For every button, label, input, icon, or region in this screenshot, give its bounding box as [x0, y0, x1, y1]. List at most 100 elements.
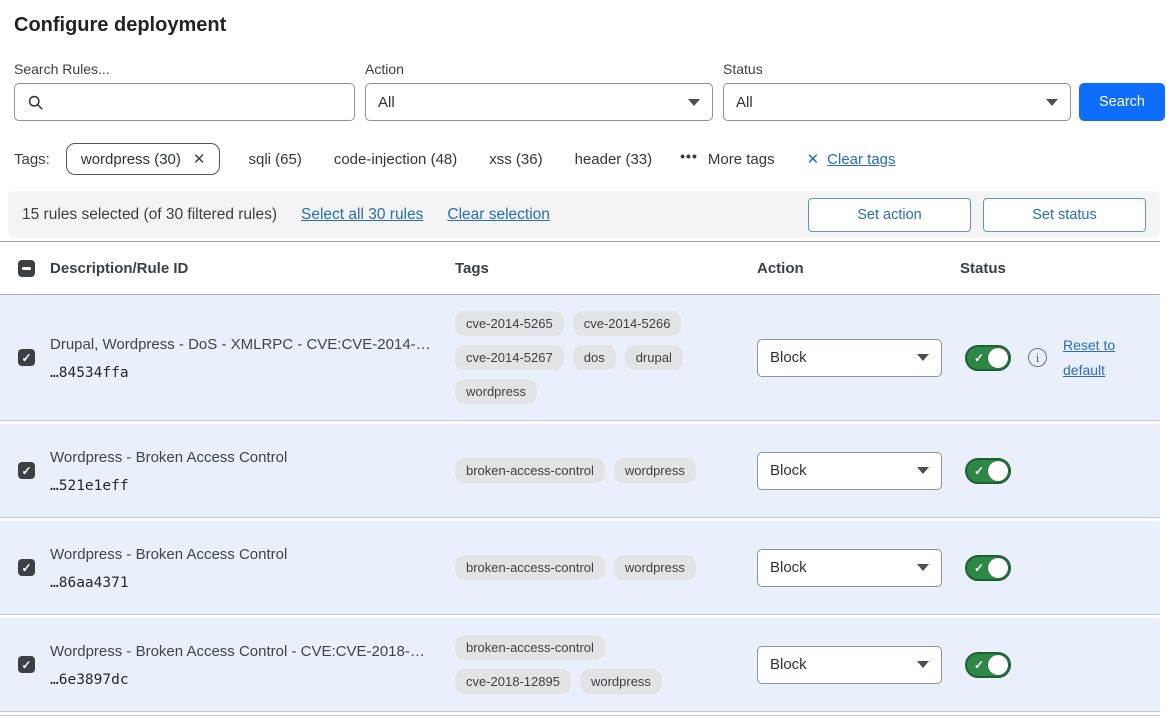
- header-action: Action: [757, 260, 960, 277]
- rule-description-cell: Wordpress - Broken Access Control …521e1…: [50, 447, 455, 495]
- tag-pill: wordpress: [614, 555, 696, 580]
- clear-tags-link[interactable]: ✕ Clear tags: [807, 150, 896, 168]
- rule-action-cell: Block: [757, 339, 960, 377]
- set-action-button[interactable]: Set action: [808, 198, 971, 232]
- selected-tag-label: wordpress (30): [81, 151, 181, 168]
- status-toggle[interactable]: ✓: [965, 458, 1011, 484]
- check-icon: ✓: [21, 562, 31, 574]
- action-filter-select[interactable]: All: [365, 83, 713, 121]
- status-filter-value: All: [736, 94, 753, 111]
- rule-id: …521e1eff: [50, 478, 455, 494]
- rule-status-cell: ✓: [960, 458, 1160, 484]
- rule-action-value: Block: [770, 349, 807, 366]
- table-row: ✓ Wordpress - Broken Access Control …521…: [0, 424, 1160, 518]
- reset-to-default-link[interactable]: Reset to default: [1063, 333, 1129, 382]
- row-checkbox[interactable]: ✓: [18, 559, 35, 576]
- selection-bar: 15 rules selected (of 30 filtered rules)…: [8, 191, 1160, 238]
- search-input[interactable]: [14, 83, 355, 121]
- rule-tags: broken-access-controlwordpress: [455, 458, 723, 483]
- action-filter-value: All: [378, 94, 395, 111]
- chevron-down-icon: [1046, 99, 1058, 106]
- rule-status-cell: ✓ i Reset to default: [960, 333, 1160, 382]
- rule-action-value: Block: [770, 656, 807, 673]
- rule-action-select[interactable]: Block: [757, 549, 942, 587]
- rule-id: …86aa4371: [50, 575, 455, 591]
- toggle-knob: [987, 654, 1009, 676]
- tag-option[interactable]: code-injection (48): [334, 151, 457, 168]
- tag-pill: cve-2014-5266: [573, 311, 682, 336]
- status-extra: i Reset to default: [1011, 333, 1129, 382]
- rule-action-cell: Block: [757, 452, 960, 490]
- select-all-link[interactable]: Select all 30 rules: [301, 206, 423, 224]
- rule-action-value: Block: [770, 462, 807, 479]
- tag-pill: drupal: [625, 345, 683, 370]
- filters-bar: Search Rules... Action All Status All Se…: [14, 61, 1165, 121]
- status-toggle[interactable]: ✓: [965, 652, 1011, 678]
- rule-action-select[interactable]: Block: [757, 339, 942, 377]
- rules-table: Description/Rule ID Tags Action Status ✓…: [0, 241, 1160, 718]
- toggle-knob: [987, 557, 1009, 579]
- chevron-down-icon: [917, 564, 929, 571]
- check-icon: ✓: [21, 465, 31, 477]
- rule-description-cell: Drupal, Wordpress - DoS - XMLRPC - CVE:C…: [50, 334, 455, 382]
- table-header-row: Description/Rule ID Tags Action Status: [0, 241, 1160, 295]
- tag-pill: broken-access-control: [455, 635, 605, 660]
- rule-description: Wordpress - Broken Access Control - CVE:…: [50, 643, 425, 660]
- rule-status-cell: ✓: [960, 555, 1160, 581]
- rule-status-cell: ✓: [960, 652, 1160, 678]
- action-filter-field: Action All: [365, 61, 713, 121]
- remove-tag-icon[interactable]: ✕: [193, 150, 206, 168]
- status-filter-label: Status: [723, 61, 1071, 77]
- clear-tags-label: Clear tags: [827, 151, 895, 168]
- rule-tags: cve-2014-5265cve-2014-5266cve-2014-5267d…: [455, 311, 723, 404]
- selected-tag-chip[interactable]: wordpress (30) ✕: [66, 143, 221, 175]
- action-filter-label: Action: [365, 61, 713, 77]
- rule-tags: broken-access-controlcve-2018-12895wordp…: [455, 635, 723, 694]
- rule-description-cell: Wordpress - Broken Access Control - CVE:…: [50, 641, 455, 689]
- more-tags-button[interactable]: ••• More tags: [680, 151, 774, 168]
- row-checkbox[interactable]: ✓: [18, 462, 35, 479]
- more-tags-label: More tags: [708, 151, 775, 168]
- tag-pill: cve-2014-5265: [455, 311, 564, 336]
- status-filter-field: Status All: [723, 61, 1071, 121]
- tag-option[interactable]: sqli (65): [248, 151, 301, 168]
- status-filter-select[interactable]: All: [723, 83, 1071, 121]
- header-description: Description/Rule ID: [50, 260, 455, 277]
- search-button[interactable]: Search: [1079, 83, 1165, 121]
- toggle-knob: [987, 347, 1009, 369]
- chevron-down-icon: [917, 354, 929, 361]
- status-toggle[interactable]: ✓: [965, 555, 1011, 581]
- header-status: Status: [960, 260, 1160, 277]
- tag-option[interactable]: header (33): [575, 151, 653, 168]
- tag-pill: cve-2018-12895: [455, 669, 571, 694]
- search-icon: [27, 94, 44, 111]
- set-status-button[interactable]: Set status: [983, 198, 1146, 232]
- check-icon: ✓: [974, 464, 984, 478]
- search-field: Search Rules...: [14, 61, 355, 121]
- configure-deployment-page: Configure deployment Search Rules... Act…: [0, 0, 1167, 718]
- check-icon: ✓: [974, 658, 984, 672]
- row-checkbox[interactable]: ✓: [18, 349, 35, 366]
- rule-action-select[interactable]: Block: [757, 452, 942, 490]
- chevron-down-icon: [917, 467, 929, 474]
- check-icon: ✓: [974, 351, 984, 365]
- tag-option[interactable]: xss (36): [489, 151, 542, 168]
- clear-selection-link[interactable]: Clear selection: [447, 206, 550, 224]
- rule-description-cell: Wordpress - Broken Access Control …86aa4…: [50, 544, 455, 592]
- status-toggle[interactable]: ✓: [965, 345, 1011, 371]
- rule-tags: broken-access-control wordpress: [455, 555, 723, 580]
- rules-table-body: ✓ Drupal, Wordpress - DoS - XMLRPC - CVE…: [0, 295, 1160, 712]
- chevron-down-icon: [917, 661, 929, 668]
- info-icon: i: [1028, 348, 1047, 367]
- ellipsis-icon: •••: [680, 148, 698, 164]
- row-checkbox[interactable]: ✓: [18, 656, 35, 673]
- tag-options: sqli (65) code-injection (48) xss (36) head…: [248, 151, 652, 168]
- check-icon: ✓: [974, 561, 984, 575]
- select-all-checkbox[interactable]: [18, 260, 35, 277]
- rule-action-select[interactable]: Block: [757, 646, 942, 684]
- tag-pill: broken-access-control: [455, 555, 605, 580]
- tag-pill: broken-access-control: [455, 458, 605, 483]
- rule-action-value: Block: [770, 559, 807, 576]
- indeterminate-icon: [22, 267, 31, 270]
- header-tags: Tags: [455, 260, 757, 277]
